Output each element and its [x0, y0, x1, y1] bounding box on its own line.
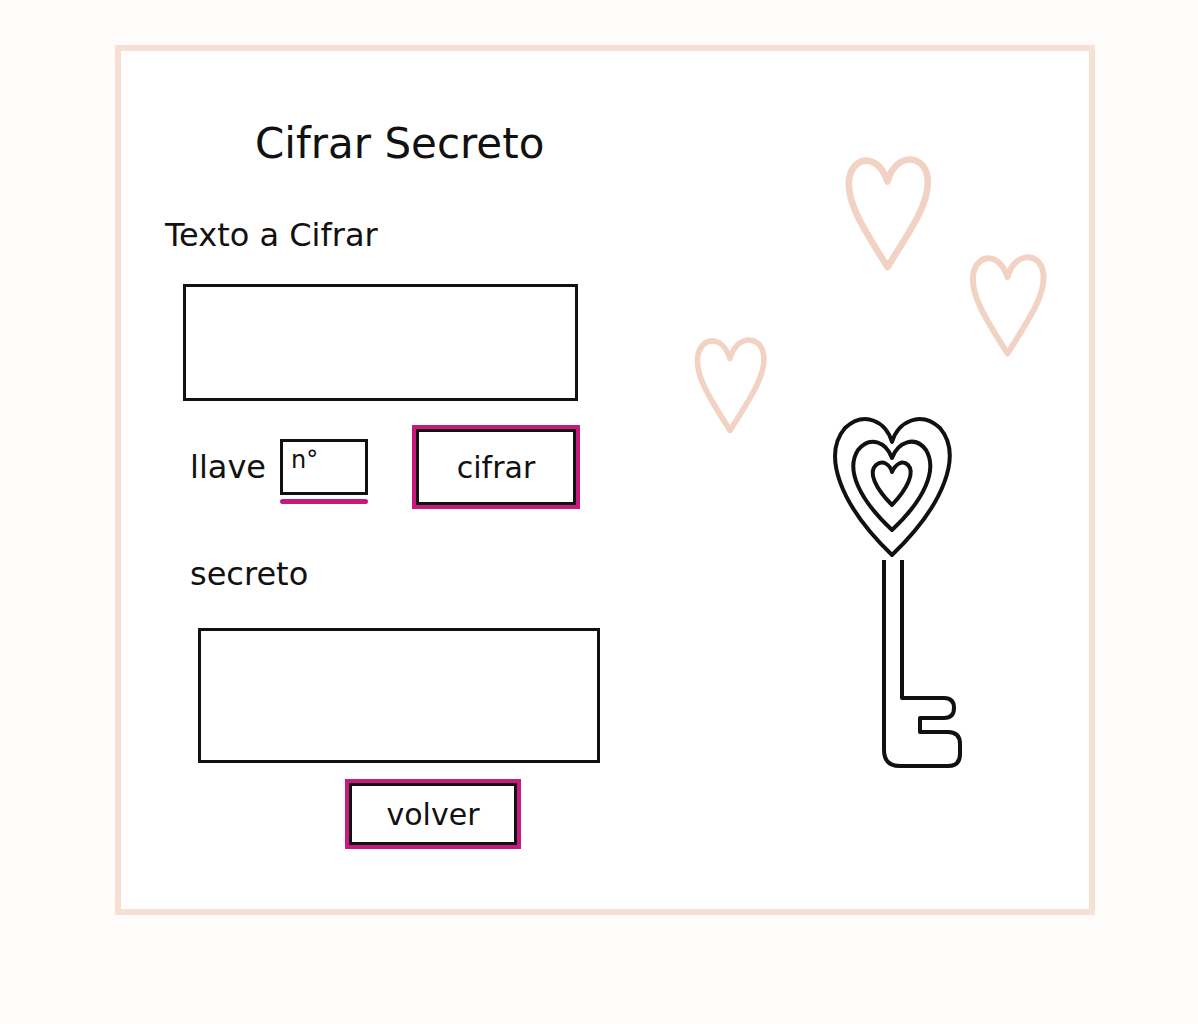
encrypt-button[interactable]: cifrar: [416, 429, 576, 505]
key-label: llave: [190, 448, 266, 486]
output-label: secreto: [165, 555, 308, 593]
key-row: llave n° cifrar: [165, 429, 576, 505]
input-label: Texto a Cifrar: [165, 216, 378, 254]
key-field[interactable]: n°: [280, 439, 368, 495]
input-textarea[interactable]: [183, 284, 578, 401]
sketch-frame: Cifrar Secreto Texto a Cifrar llave n° cifra…: [115, 45, 1095, 915]
decoration: [621, 51, 1089, 909]
output-box[interactable]: [198, 628, 600, 763]
heart-icon: [840, 145, 935, 275]
heart-icon: [965, 235, 1050, 370]
key-field-wrap: n°: [280, 439, 368, 504]
heart-key-icon: [820, 410, 965, 770]
back-button[interactable]: volver: [349, 783, 517, 845]
key-underline: [280, 499, 368, 504]
page: Cifrar Secreto Texto a Cifrar llave n° cifra…: [0, 0, 1198, 1024]
heart-icon: [690, 315, 770, 450]
form: Cifrar Secreto Texto a Cifrar llave n° cifra…: [121, 51, 621, 909]
key-placeholder: n°: [291, 446, 318, 474]
title: Cifrar Secreto: [255, 119, 544, 168]
